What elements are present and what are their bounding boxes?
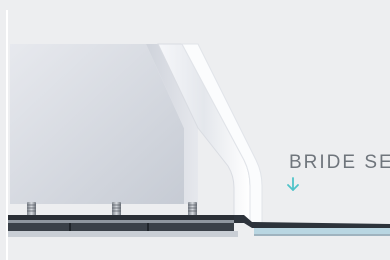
base-frame (8, 215, 390, 237)
arrow-down-icon[interactable] (286, 177, 300, 193)
product-cutaway-illustration (8, 43, 390, 237)
section-title: BRIDE SEI (289, 152, 390, 173)
mounting-screws (27, 202, 197, 216)
